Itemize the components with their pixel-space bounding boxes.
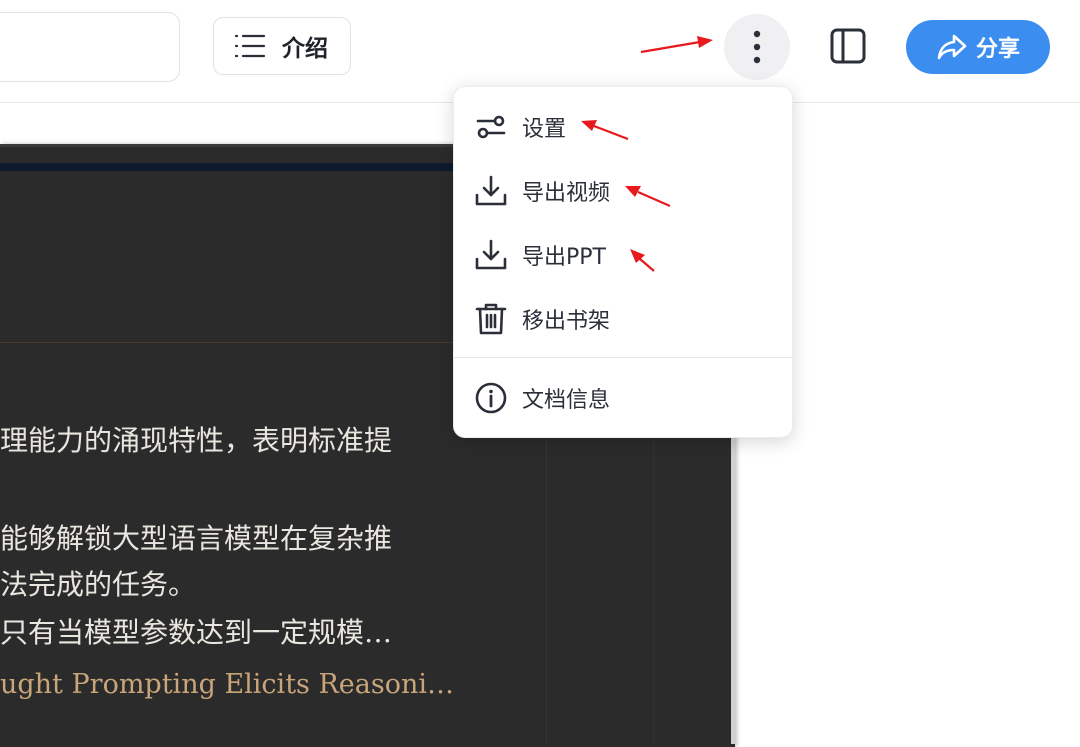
menu-item-remove-from-shelf[interactable]: 移出书架 xyxy=(454,289,792,349)
sidebar-toggle-button[interactable] xyxy=(828,26,868,66)
intro-button-label: 介绍 xyxy=(282,36,328,62)
share-arrow-icon xyxy=(937,34,967,60)
menu-item-label: 移出书架 xyxy=(522,309,611,334)
document-text-line: 理能力的涌现特性，表明标准提 xyxy=(0,424,393,457)
trash-icon xyxy=(474,302,508,336)
settings-sliders-icon xyxy=(474,110,508,144)
menu-item-label: 文档信息 xyxy=(522,388,611,413)
download-icon xyxy=(474,238,508,272)
menu-divider xyxy=(454,357,792,358)
more-options-button[interactable] xyxy=(724,14,790,80)
menu-item-label: 设置 xyxy=(522,117,567,142)
menu-item-label: 导出PPT xyxy=(522,245,606,270)
search-box[interactable] xyxy=(0,12,180,82)
share-button-label: 分享 xyxy=(975,37,1020,62)
share-button[interactable]: 分享 xyxy=(906,20,1050,74)
info-icon xyxy=(474,381,508,415)
menu-item-export-video[interactable]: 导出视频 xyxy=(454,161,792,221)
menu-item-export-ppt[interactable]: 导出PPT xyxy=(454,225,792,285)
document-text-line: 只有当模型参数达到一定规模… xyxy=(0,616,393,649)
document-text-line: 法完成的任务。 xyxy=(0,568,197,601)
document-text-line: 能够解锁大型语言模型在复杂推 xyxy=(0,522,393,555)
menu-item-settings[interactable]: 设置 xyxy=(454,97,792,157)
more-options-menu: 设置 导出视频 导出PPT 移出书架 文档信息 xyxy=(453,86,793,438)
intro-button[interactable]: 介绍 xyxy=(213,17,351,75)
vertical-dots-icon xyxy=(753,30,761,64)
document-reference-line: ught Prompting Elicits Reasoni… xyxy=(0,669,455,700)
download-icon xyxy=(474,174,508,208)
sidebar-panel-icon xyxy=(830,28,866,64)
menu-item-document-info[interactable]: 文档信息 xyxy=(454,368,792,428)
list-icon xyxy=(234,34,266,58)
menu-item-label: 导出视频 xyxy=(522,181,611,206)
